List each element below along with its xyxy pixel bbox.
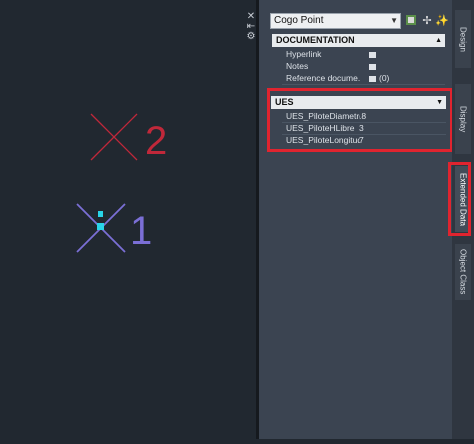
collapse-arrow-icon: ▲ <box>435 37 442 44</box>
extended-data-tab-highlight <box>448 162 471 236</box>
point-2-label: 2 <box>145 119 167 163</box>
property-value[interactable]: (0) <box>365 72 389 84</box>
cogo-point-2[interactable]: 2 <box>90 113 167 163</box>
tab-object-class[interactable]: Object Class <box>455 244 471 300</box>
property-row-reference-documents[interactable]: Reference docume... (0) <box>282 72 445 84</box>
tab-display[interactable]: Display <box>455 84 471 154</box>
chevron-down-icon: ▼ <box>390 16 398 25</box>
point-1-label: 1 <box>130 209 152 253</box>
property-name: Hyperlink <box>286 49 322 59</box>
property-name: Reference docume... <box>286 73 360 83</box>
palette-menu-icon[interactable]: ⚙ <box>244 32 258 42</box>
property-value[interactable] <box>365 48 379 60</box>
object-type-value: Cogo Point <box>274 15 324 26</box>
point-1-position-grip[interactable] <box>97 223 104 230</box>
property-name: Notes <box>286 61 309 71</box>
drawing-canvas[interactable]: 2 1 <box>0 0 256 439</box>
row-divider <box>282 84 445 85</box>
documentation-section-title: DOCUMENTATION <box>276 35 355 45</box>
documentation-section-header[interactable]: DOCUMENTATION ▲ <box>272 34 445 47</box>
hyperlink-value-icon <box>369 51 376 58</box>
property-value[interactable] <box>365 60 379 72</box>
point-1-label-grip[interactable] <box>98 211 103 217</box>
property-row-hyperlink[interactable]: Hyperlink <box>282 48 445 60</box>
cogo-point-1[interactable]: 1 <box>76 203 152 253</box>
quick-select-icon[interactable]: ✨ <box>435 14 449 28</box>
object-type-select[interactable]: Cogo Point ▼ <box>270 13 401 29</box>
notes-value-icon <box>369 63 376 70</box>
tab-design[interactable]: Design <box>455 10 471 68</box>
drawing-svg: 2 1 <box>76 113 167 253</box>
ues-section-highlight <box>267 88 453 152</box>
reference-docs-value-icon <box>369 75 376 82</box>
palette-controls: ✕ ⇤ ⚙ <box>244 12 258 42</box>
select-objects-icon[interactable]: ✢ <box>421 14 433 28</box>
property-row-notes[interactable]: Notes <box>282 60 445 72</box>
toggle-pickadd-icon[interactable] <box>405 14 417 28</box>
